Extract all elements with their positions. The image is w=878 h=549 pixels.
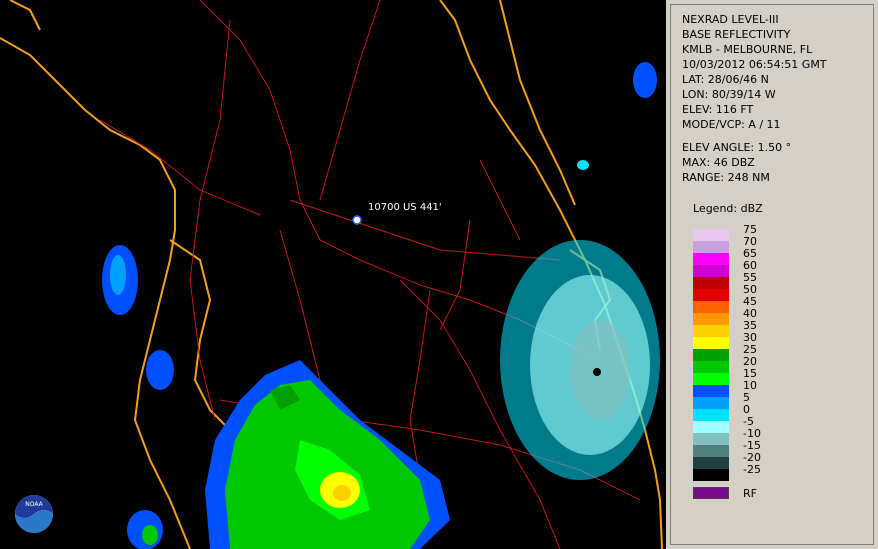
product-type: BASE REFLECTIVITY [682, 28, 791, 41]
legend-swatch [693, 229, 729, 241]
radar-site-marker [593, 368, 601, 376]
legend-swatch [693, 397, 729, 409]
legend-swatch [693, 301, 729, 313]
legend-swatch [693, 277, 729, 289]
station-latitude: LAT: 28/06/46 N [682, 73, 769, 86]
legend-swatch [693, 361, 729, 373]
legend-swatch [693, 289, 729, 301]
radar-map-canvas [0, 0, 663, 549]
legend-swatch [693, 265, 729, 277]
location-marker [352, 215, 362, 225]
legend-label: -25 [743, 463, 761, 476]
scan-mode: MODE/VCP: A / 11 [682, 118, 781, 131]
legend-swatch [693, 469, 729, 481]
legend-swatch [693, 433, 729, 445]
scan-range: RANGE: 248 NM [682, 171, 770, 184]
elevation-angle: ELEV ANGLE: 1.50 ° [682, 141, 792, 154]
radar-map[interactable]: 10700 US 441' NOAA [0, 0, 666, 549]
legend-swatch [693, 241, 729, 253]
svg-text:NOAA: NOAA [25, 501, 43, 508]
reflectivity-clutter [500, 62, 660, 480]
noaa-logo: NOAA [15, 495, 53, 533]
station-name: KMLB - MELBOURNE, FL [682, 43, 813, 56]
legend-swatch [693, 457, 729, 469]
legend-swatch [693, 325, 729, 337]
max-reflectivity: MAX: 46 DBZ [682, 156, 755, 169]
rf-swatch [693, 487, 729, 499]
legend-title: Legend: dBZ [693, 202, 763, 215]
legend-swatch [693, 421, 729, 433]
legend-swatch [693, 313, 729, 325]
legend-swatch [693, 409, 729, 421]
legend-swatch [693, 337, 729, 349]
scan-datetime: 10/03/2012 06:54:51 GMT [682, 58, 827, 71]
product-name: NEXRAD LEVEL-III [682, 13, 779, 26]
info-panel: NEXRAD LEVEL-III BASE REFLECTIVITY KMLB … [670, 4, 874, 545]
legend-swatch [693, 445, 729, 457]
rf-label: RF [743, 487, 757, 500]
location-marker-label: 10700 US 441' [368, 202, 442, 213]
station-longitude: LON: 80/39/14 W [682, 88, 776, 101]
legend-swatch [693, 349, 729, 361]
legend-swatch [693, 253, 729, 265]
legend-swatch [693, 385, 729, 397]
station-elevation: ELEV: 116 FT [682, 103, 754, 116]
reflectivity-storm [205, 360, 450, 549]
legend-swatch [693, 373, 729, 385]
